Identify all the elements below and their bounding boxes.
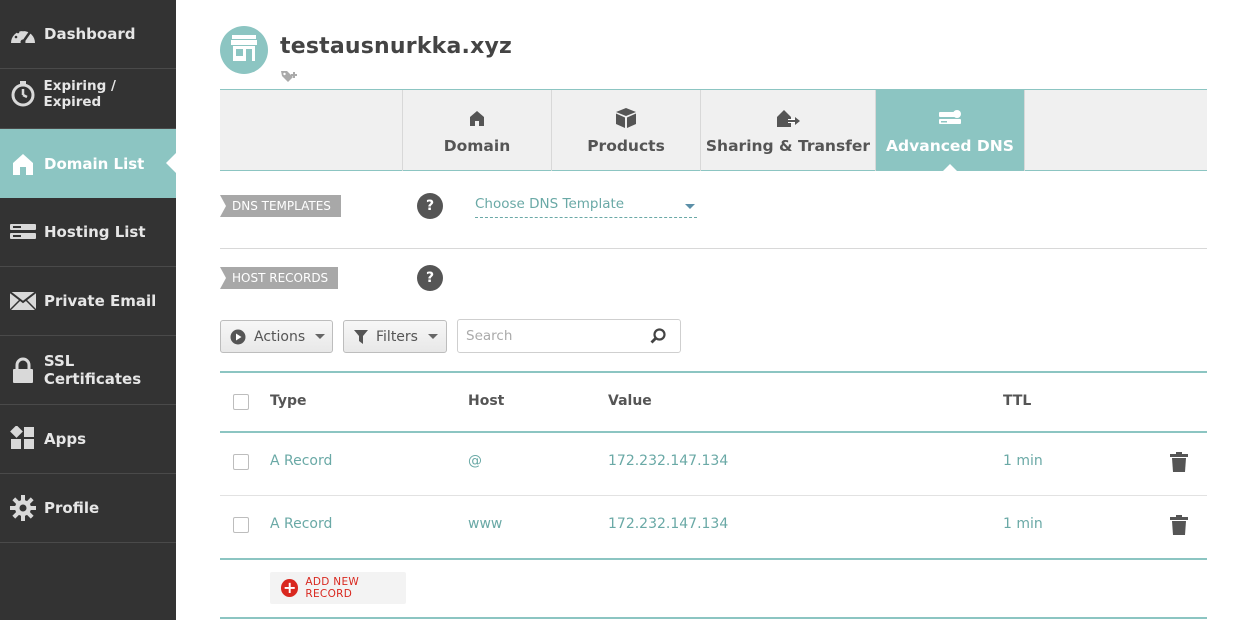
select-all-checkbox[interactable] (233, 394, 249, 410)
dns-templates-label: DNS TEMPLATES (220, 195, 341, 217)
column-header-type: Type (270, 393, 307, 409)
column-header-ttl: TTL (1003, 393, 1032, 409)
column-header-host: Host (468, 393, 505, 409)
tab-domain[interactable]: Domain (402, 90, 551, 171)
row-checkbox[interactable] (233, 454, 249, 470)
dns-template-select-value: Choose DNS Template (475, 196, 625, 212)
dns-template-select[interactable]: Choose DNS Template (475, 196, 697, 218)
search-icon[interactable] (650, 328, 666, 348)
tab-advanced-dns[interactable]: Advanced DNS (875, 90, 1024, 172)
row-checkbox[interactable] (233, 517, 249, 533)
sidebar-item-label: Hosting List (44, 223, 146, 241)
home-icon (469, 107, 485, 129)
sidebar-item-label: Domain List (44, 154, 145, 173)
actions-label: Actions (254, 328, 306, 345)
add-new-record-button[interactable]: + ADD NEW RECORD (270, 572, 406, 604)
record-type[interactable]: A Record (270, 453, 332, 469)
record-type[interactable]: A Record (270, 516, 332, 532)
record-host[interactable]: www (468, 516, 502, 532)
sidebar-item-label: SSL Certificates (43, 352, 142, 388)
sidebar-item-label: Apps (44, 430, 87, 448)
sidebar-item-domain-list[interactable]: Domain List (0, 129, 176, 198)
chevron-down-icon (427, 334, 438, 339)
chevron-down-icon (685, 204, 695, 209)
domain-avatar (220, 26, 268, 74)
add-tag-icon[interactable] (281, 68, 299, 87)
speedometer-icon (9, 20, 37, 48)
search-input[interactable] (466, 326, 646, 346)
row-divider (220, 495, 1207, 496)
tab-label: Domain (443, 136, 511, 155)
sidebar-item-profile[interactable]: Profile (0, 474, 176, 543)
sidebar-item-hosting-list[interactable]: Hosting List (0, 198, 176, 267)
lock-icon (9, 356, 37, 384)
filters-label: Filters (376, 328, 418, 345)
box-icon (615, 107, 637, 129)
sidebar-item-label: Profile (44, 499, 100, 517)
section-divider (220, 248, 1207, 249)
domain-tabs: Domain Products Sharing & Transfer Advan… (220, 89, 1207, 172)
sidebar-item-label: Private Email (44, 292, 157, 310)
sidebar-item-private-email[interactable]: Private Email (0, 267, 176, 336)
tab-label: Advanced DNS (886, 136, 1014, 155)
table-bottom-border (220, 558, 1207, 560)
table-header-border (220, 431, 1207, 433)
gear-icon (9, 494, 37, 522)
sidebar-item-dashboard[interactable]: Dashboard (0, 0, 176, 69)
record-value[interactable]: 172.232.147.134 (608, 516, 728, 532)
plus-circle-icon: + (281, 578, 299, 597)
dns-templates-help-icon[interactable]: ? (417, 193, 443, 219)
record-ttl[interactable]: 1 min (1003, 516, 1043, 532)
tab-label: Sharing & Transfer (705, 136, 871, 155)
trash-icon[interactable] (1170, 515, 1188, 539)
record-ttl[interactable]: 1 min (1003, 453, 1043, 469)
record-host[interactable]: @ (468, 453, 482, 469)
actions-button[interactable]: Actions (220, 320, 333, 353)
storefront-icon (230, 35, 258, 65)
server-icon (9, 218, 37, 246)
column-header-value: Value (608, 393, 652, 409)
sidebar: Dashboard Expiring / Expired Domain List… (0, 0, 176, 620)
tab-label: Products (587, 136, 665, 155)
page-title: testausnurkka.xyz (280, 34, 513, 59)
stopwatch-icon (9, 80, 37, 108)
envelope-icon (9, 287, 37, 315)
tab-sharing-transfer[interactable]: Sharing & Transfer (700, 90, 875, 171)
sidebar-item-apps[interactable]: Apps (0, 405, 176, 474)
add-new-record-label: ADD NEW RECORD (305, 576, 360, 600)
sidebar-item-expiring[interactable]: Expiring / Expired (0, 60, 176, 129)
apps-icon (9, 425, 37, 453)
search-box (457, 319, 681, 353)
tab-separator (1024, 90, 1025, 171)
host-records-label: HOST RECORDS (220, 267, 339, 289)
filters-button[interactable]: Filters (343, 320, 447, 353)
table-footer-border (220, 617, 1207, 619)
home-icon (9, 150, 37, 178)
transfer-icon (776, 107, 800, 129)
host-records-help-icon[interactable]: ? (417, 265, 443, 291)
sidebar-item-label: Dashboard (44, 25, 136, 43)
sidebar-item-label: Expiring / Expired (43, 78, 116, 110)
funnel-icon (354, 329, 368, 344)
dns-icon (938, 107, 962, 129)
tab-products[interactable]: Products (551, 90, 700, 171)
trash-icon[interactable] (1170, 452, 1188, 476)
chevron-down-icon (315, 334, 326, 339)
record-value[interactable]: 172.232.147.134 (608, 453, 728, 469)
play-circle-icon (230, 329, 246, 345)
sidebar-item-ssl-certificates[interactable]: SSL Certificates (0, 336, 176, 405)
table-top-border (220, 371, 1207, 373)
